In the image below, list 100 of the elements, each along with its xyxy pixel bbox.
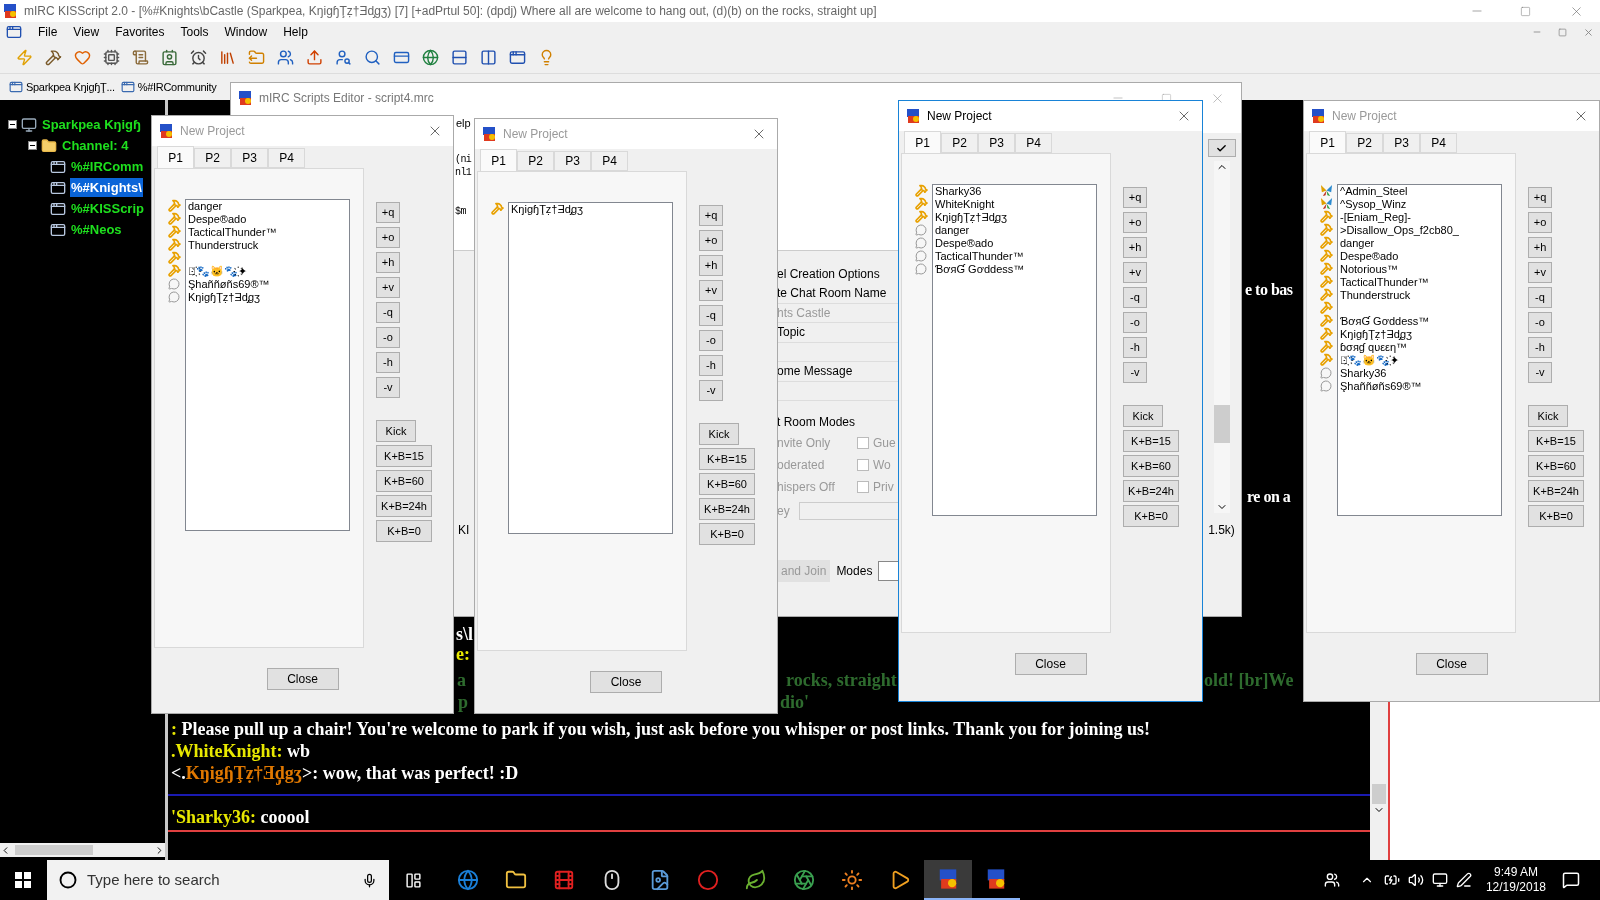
mode-button[interactable]: -o bbox=[1528, 312, 1552, 333]
scroll-icon[interactable] bbox=[132, 49, 149, 66]
kick-ban-button[interactable]: K+B=0 bbox=[1528, 505, 1584, 527]
nick-item[interactable]: Notorious™ bbox=[1340, 263, 1399, 276]
tab[interactable]: P3 bbox=[554, 151, 591, 171]
nick-item[interactable]: KŋigɧŢẓ†Ǝd̡gʒ bbox=[511, 203, 584, 216]
windows-icon[interactable] bbox=[509, 49, 526, 66]
nick-item[interactable]: ^Sysop_Winz bbox=[1340, 198, 1407, 211]
mode-button[interactable]: -h bbox=[1528, 337, 1552, 358]
close-button[interactable]: Close bbox=[590, 671, 662, 693]
mode-button[interactable]: +h bbox=[699, 255, 723, 276]
search-field[interactable]: Type here to search bbox=[47, 860, 389, 900]
tree-item[interactable]: Channel: 4 bbox=[61, 135, 130, 156]
mode-button[interactable]: +v bbox=[699, 280, 723, 301]
kick-ban-button[interactable]: K+B=15 bbox=[1123, 430, 1179, 452]
nick-item[interactable]: ɓσяɠ qυεεη™ bbox=[1340, 341, 1408, 354]
mode-button[interactable]: +h bbox=[1123, 237, 1147, 258]
kick-ban-button[interactable]: K+B=0 bbox=[699, 523, 755, 545]
checkbox[interactable] bbox=[857, 437, 869, 449]
tab[interactable]: P1 bbox=[904, 131, 941, 153]
mode-button[interactable]: -q bbox=[1123, 287, 1147, 308]
mode-button[interactable]: +v bbox=[1528, 262, 1552, 283]
menu-item[interactable]: Help bbox=[283, 23, 308, 41]
mode-button[interactable]: -h bbox=[1123, 337, 1147, 358]
kick-ban-button[interactable]: Kick bbox=[1528, 405, 1568, 427]
mode-button[interactable]: -o bbox=[376, 327, 400, 348]
menu-item[interactable]: Window bbox=[224, 23, 268, 41]
kick-ban-button[interactable]: K+B=60 bbox=[1123, 455, 1179, 477]
people-icon[interactable] bbox=[1323, 872, 1340, 888]
leaf-icon[interactable] bbox=[745, 869, 767, 891]
alarm-clock-icon[interactable] bbox=[190, 49, 207, 66]
windows-logo-icon[interactable] bbox=[15, 872, 31, 888]
kick-ban-button[interactable]: Kick bbox=[376, 420, 416, 442]
kick-ban-button[interactable]: K+B=60 bbox=[376, 470, 432, 492]
kick-ban-button[interactable]: K+B=24h bbox=[1528, 480, 1584, 502]
nick-item[interactable]: Despe®ado bbox=[1340, 250, 1399, 263]
folder-icon[interactable] bbox=[505, 869, 527, 891]
tree-item[interactable]: %#IRComm bbox=[70, 156, 145, 177]
menu-item[interactable]: elp bbox=[456, 114, 471, 132]
tab[interactable]: P4 bbox=[1420, 133, 1457, 153]
mode-button[interactable]: -o bbox=[1123, 312, 1147, 333]
nick-item[interactable]: danger bbox=[935, 224, 970, 237]
mode-button[interactable]: -v bbox=[376, 377, 400, 398]
tab[interactable]: P4 bbox=[591, 151, 628, 171]
nick-item[interactable]: KŋigɧŢẓ†Ǝd̡gʒ bbox=[1340, 328, 1413, 341]
close-icon[interactable] bbox=[1583, 26, 1594, 38]
menu-item[interactable]: View bbox=[73, 23, 100, 41]
tree-item[interactable]: %#Neos bbox=[70, 219, 123, 240]
mode-button[interactable]: +q bbox=[1123, 187, 1147, 208]
mode-button[interactable]: +v bbox=[376, 277, 400, 298]
mode-button[interactable]: +q bbox=[1528, 187, 1552, 208]
mode-button[interactable]: -h bbox=[376, 352, 400, 373]
film-icon[interactable] bbox=[553, 869, 575, 891]
menu-item[interactable]: Favorites bbox=[115, 23, 165, 41]
card-icon[interactable] bbox=[393, 49, 410, 66]
mode-button[interactable]: +v bbox=[1123, 262, 1147, 283]
kick-ban-button[interactable]: K+B=24h bbox=[1123, 480, 1179, 502]
mode-button[interactable]: -q bbox=[699, 305, 723, 326]
mode-button[interactable]: +o bbox=[1123, 212, 1147, 233]
nick-item[interactable]: Şhaññøñs69®™ bbox=[188, 278, 270, 291]
nick-item[interactable]: ✦҉🐾🐱🐾҉✦ bbox=[188, 265, 248, 278]
nick-item[interactable]: Thunderstruck bbox=[1340, 289, 1411, 302]
window-menu-icon[interactable] bbox=[6, 24, 22, 40]
close-button[interactable]: Close bbox=[1415, 653, 1488, 675]
checkbox[interactable] bbox=[857, 459, 869, 471]
nick-item[interactable]: Sharky36 bbox=[1340, 367, 1387, 380]
menu-item[interactable]: File bbox=[38, 23, 58, 41]
nick-item[interactable]: TacticalThunder™ bbox=[935, 250, 1024, 263]
collapse-icon[interactable] bbox=[28, 141, 37, 150]
kick-ban-button[interactable]: K+B=0 bbox=[1123, 505, 1179, 527]
rows-icon[interactable] bbox=[451, 49, 468, 66]
pen-icon[interactable] bbox=[1455, 872, 1472, 888]
kick-ban-button[interactable]: K+B=60 bbox=[1528, 455, 1584, 477]
kick-ban-button[interactable]: K+B=60 bbox=[699, 473, 755, 495]
globe-icon[interactable] bbox=[457, 869, 479, 891]
columns-icon[interactable] bbox=[480, 49, 497, 66]
switchbar-button[interactable]: Sparkpea KŋigɧŢ... bbox=[8, 76, 116, 98]
mode-button[interactable]: +o bbox=[1528, 212, 1552, 233]
globe-icon[interactable] bbox=[422, 49, 439, 66]
switchbar-button[interactable]: %#IRCommunity bbox=[119, 76, 218, 98]
nick-item[interactable]: ^Admin_Steel bbox=[1340, 185, 1408, 198]
close-button[interactable]: Close bbox=[266, 668, 339, 690]
mode-button[interactable]: +q bbox=[699, 205, 723, 226]
microphone-icon[interactable] bbox=[362, 872, 377, 888]
tab[interactable]: P1 bbox=[157, 146, 194, 168]
hammer-icon[interactable] bbox=[45, 49, 62, 66]
nick-item[interactable]: >Disallow_Ops_f2cb80_ bbox=[1340, 224, 1459, 237]
kick-ban-button[interactable]: K+B=15 bbox=[1528, 430, 1584, 452]
mode-button[interactable]: +o bbox=[376, 227, 400, 248]
scrollbar-thumb[interactable] bbox=[1213, 405, 1230, 443]
kick-ban-button[interactable]: K+B=0 bbox=[376, 520, 432, 542]
tab[interactable]: P1 bbox=[480, 149, 517, 171]
kick-ban-button[interactable]: K+B=15 bbox=[699, 448, 755, 470]
ring-icon[interactable] bbox=[697, 869, 719, 891]
tab[interactable]: P4 bbox=[268, 148, 305, 168]
battery-icon[interactable] bbox=[1383, 872, 1400, 888]
books-icon[interactable] bbox=[219, 49, 236, 66]
network-icon[interactable] bbox=[1431, 872, 1448, 888]
mode-button[interactable]: -v bbox=[699, 380, 723, 401]
nick-item[interactable]: KŋigɧŢẓ†Ǝd̡gʒ bbox=[188, 291, 261, 304]
